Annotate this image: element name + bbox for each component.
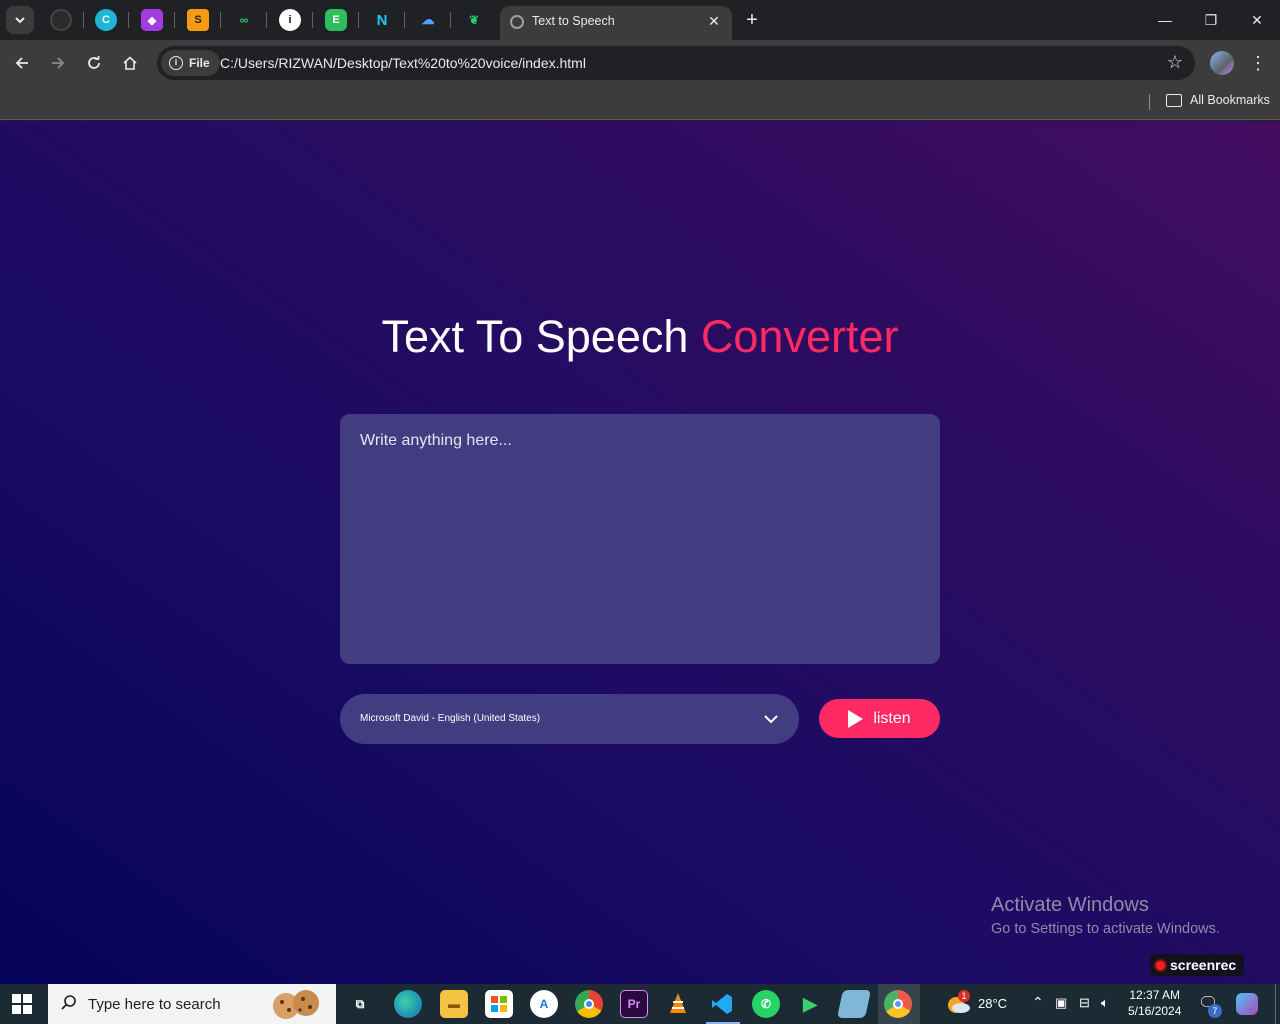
- chevron-down-icon: [764, 715, 778, 724]
- leaf-icon[interactable]: ❦: [463, 9, 485, 31]
- weather-temp[interactable]: 28°C: [978, 996, 1007, 1011]
- notepad-icon[interactable]: [837, 990, 871, 1018]
- page-title: Text To Speech Converter: [0, 311, 1280, 363]
- weather-badge: 1: [958, 990, 970, 1002]
- title-main: Text To Speech: [381, 311, 689, 362]
- forward-button[interactable]: [45, 50, 71, 76]
- tab-divider: [128, 12, 129, 28]
- listen-button[interactable]: listen: [819, 699, 940, 738]
- address-bar[interactable]: i File C:/Users/RIZWAN/Desktop/Text%20to…: [157, 46, 1195, 80]
- screenrec-badge: screenrec: [1150, 954, 1245, 976]
- canva-icon[interactable]: C: [95, 9, 117, 31]
- home-button[interactable]: [117, 50, 143, 76]
- url-text[interactable]: C:/Users/RIZWAN/Desktop/Text%20to%20voic…: [220, 55, 586, 71]
- screenrec-label: screenrec: [1170, 957, 1237, 973]
- edge-icon[interactable]: [394, 990, 422, 1018]
- cloud-icon[interactable]: ☁: [417, 9, 439, 31]
- back-button[interactable]: [9, 50, 35, 76]
- info-icon: i: [169, 56, 183, 70]
- volume-icon[interactable]: 🔈︎: [1101, 995, 1109, 1011]
- tab-divider: [312, 12, 313, 28]
- profile-avatar[interactable]: [1210, 51, 1234, 75]
- chevron-up-icon[interactable]: ⌃: [1032, 994, 1044, 1011]
- page-content: Text To Speech Converter Microsoft David…: [0, 121, 1280, 984]
- tab-divider: [266, 12, 267, 28]
- windows-start-icon[interactable]: [12, 994, 32, 1014]
- browser-toolbar: i File C:/Users/RIZWAN/Desktop/Text%20to…: [0, 40, 1280, 86]
- chevron-down-icon: [15, 17, 25, 24]
- restore-button[interactable]: ❐: [1199, 8, 1223, 32]
- bookmarks-bar: All Bookmarks: [0, 86, 1280, 120]
- search-placeholder: Type here to search: [88, 996, 221, 1013]
- tab-text-to-speech[interactable]: Text to Speech ✕: [500, 6, 732, 40]
- minimize-button[interactable]: —: [1153, 8, 1177, 32]
- activate-title: Activate Windows: [991, 894, 1149, 916]
- store-icon[interactable]: [485, 990, 513, 1018]
- sublime-icon[interactable]: S: [187, 9, 209, 31]
- tab-divider: [174, 12, 175, 28]
- file-label: File: [189, 56, 210, 70]
- chrome-icon[interactable]: [575, 990, 603, 1018]
- craft-icon[interactable]: ◆: [141, 9, 163, 31]
- activate-windows-watermark: Activate Windows Go to Settings to activ…: [991, 894, 1220, 937]
- taskbar-search[interactable]: Type here to search: [48, 984, 336, 1024]
- search-icon: [60, 994, 80, 1014]
- meet-icon[interactable]: ▣: [1055, 995, 1067, 1011]
- notification-count-badge: 7: [1208, 1004, 1222, 1018]
- new-tab-button[interactable]: +: [740, 8, 764, 32]
- all-bookmarks-link[interactable]: All Bookmarks: [1190, 93, 1270, 107]
- site-info-chip[interactable]: i File: [161, 50, 220, 76]
- bookmark-star-icon[interactable]: ☆: [1167, 52, 1183, 73]
- cookie-icon: [273, 990, 319, 1019]
- active-app-highlight: [878, 984, 920, 1024]
- taskbar: Type here to search ⧉ ▬ A Pr ✆ ▶ 1 28°C …: [0, 984, 1280, 1024]
- app-icon[interactable]: A: [530, 990, 558, 1018]
- record-icon: [1156, 960, 1165, 970]
- task-view-icon[interactable]: ⧉: [346, 990, 374, 1018]
- copilot-icon[interactable]: [1236, 993, 1258, 1015]
- notion-icon[interactable]: N: [371, 9, 393, 31]
- play-icon: [848, 709, 864, 728]
- vlc-icon[interactable]: [664, 990, 692, 1018]
- folder-icon[interactable]: [1166, 94, 1182, 107]
- show-desktop-button[interactable]: [1275, 984, 1276, 1024]
- arrow-left-icon: [15, 57, 28, 69]
- tab-divider: [220, 12, 221, 28]
- home-icon: [123, 56, 137, 70]
- reload-icon: [88, 56, 100, 69]
- title-accent: Converter: [700, 311, 899, 362]
- system-clock[interactable]: 12:37 AM 5/16/2024: [1128, 987, 1181, 1019]
- tab-strip: C ◆ S ∞ i E N ☁ ❦ Text to Speech ✕ + — ❐…: [0, 0, 1280, 40]
- activate-subtitle: Go to Settings to activate Windows.: [991, 921, 1220, 937]
- close-icon[interactable]: ✕: [704, 11, 724, 31]
- vscode-icon[interactable]: [708, 990, 736, 1018]
- tab-divider: [358, 12, 359, 28]
- file-explorer-icon[interactable]: ▬: [440, 990, 468, 1018]
- clock-time: 12:37 AM: [1129, 988, 1181, 1002]
- arrow-right-icon: [52, 57, 65, 69]
- voice-select-value: Microsoft David - English (United States…: [360, 713, 541, 724]
- tab-divider: [83, 12, 84, 28]
- voice-select[interactable]: Microsoft David - English (United States…: [340, 694, 799, 744]
- reload-button[interactable]: [81, 50, 107, 76]
- whatsapp-icon[interactable]: ✆: [752, 990, 780, 1018]
- connect-icon[interactable]: ∞: [233, 9, 255, 31]
- tab-divider: [404, 12, 405, 28]
- tab-search-button[interactable]: [6, 6, 34, 34]
- clock-date: 5/16/2024: [1128, 1004, 1182, 1018]
- github-icon[interactable]: [50, 9, 72, 31]
- tab-title: Text to Speech: [532, 14, 615, 28]
- bookmarks-divider: [1149, 94, 1150, 110]
- globe-icon: [510, 15, 524, 29]
- tab-divider: [450, 12, 451, 28]
- info-icon[interactable]: i: [279, 9, 301, 31]
- evernote-icon[interactable]: E: [325, 9, 347, 31]
- premiere-icon[interactable]: Pr: [620, 990, 648, 1018]
- media-player-icon[interactable]: ▶: [796, 990, 824, 1018]
- close-window-button[interactable]: ✕: [1245, 8, 1269, 32]
- menu-kebab-icon[interactable]: ⋮: [1248, 50, 1268, 76]
- network-icon[interactable]: ⊟: [1079, 995, 1090, 1011]
- listen-label: listen: [873, 709, 911, 727]
- text-input[interactable]: [340, 414, 940, 664]
